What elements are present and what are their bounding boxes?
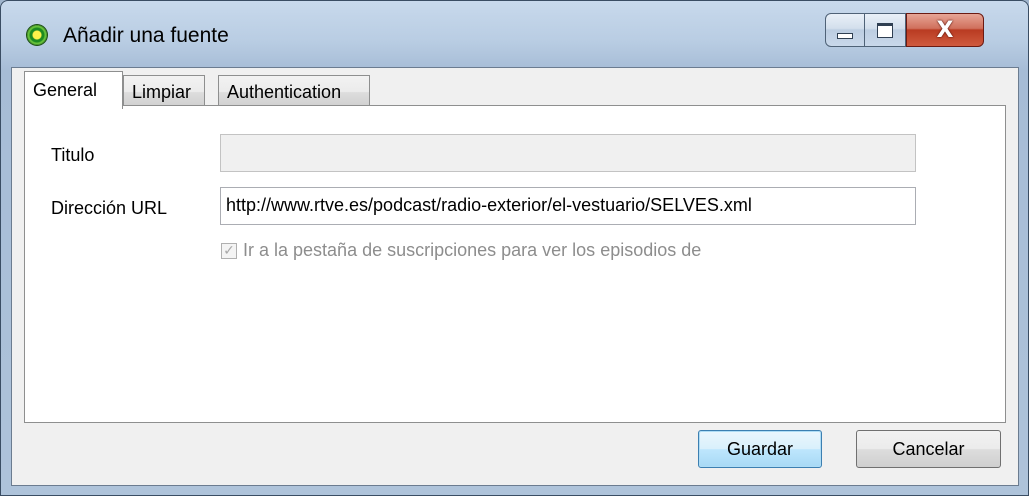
minimize-icon bbox=[837, 33, 853, 39]
title-input[interactable] bbox=[220, 134, 916, 172]
tab-general[interactable]: General bbox=[24, 71, 123, 109]
close-button[interactable]: X bbox=[906, 13, 984, 47]
app-icon bbox=[27, 25, 47, 45]
window-title: Añadir una fuente bbox=[63, 24, 229, 47]
url-input[interactable]: http://www.rtve.es/podcast/radio-exterio… bbox=[220, 187, 916, 225]
tab-limpiar[interactable]: Limpiar bbox=[123, 75, 205, 108]
checkmark-icon: ✓ bbox=[223, 242, 235, 259]
save-button[interactable]: Guardar bbox=[698, 430, 822, 468]
tab-authentication[interactable]: Authentication bbox=[218, 75, 370, 108]
title-bar[interactable]: Añadir una fuente X bbox=[1, 1, 1028, 67]
maximize-button[interactable] bbox=[864, 13, 906, 47]
cancel-button[interactable]: Cancelar bbox=[856, 430, 1001, 468]
subscriptions-checkbox-row[interactable]: ✓ Ir a la pestaña de suscripciones para … bbox=[221, 240, 701, 261]
close-icon: X bbox=[936, 17, 954, 43]
minimize-button[interactable] bbox=[825, 13, 865, 47]
dialog-client-area: General Limpiar Authentication Titulo Di… bbox=[11, 67, 1019, 486]
title-label: Titulo bbox=[51, 145, 95, 165]
maximize-icon bbox=[877, 22, 893, 38]
subscriptions-checkbox-label: Ir a la pestaña de suscripciones para ve… bbox=[243, 240, 702, 260]
subscriptions-checkbox[interactable]: ✓ bbox=[221, 242, 237, 259]
dialog-window: Añadir una fuente X General Limpiar Auth… bbox=[0, 0, 1029, 496]
url-label: Dirección URL bbox=[51, 198, 168, 218]
tab-panel-general: Titulo Dirección URL http://www.rtve.es/… bbox=[24, 105, 1006, 423]
